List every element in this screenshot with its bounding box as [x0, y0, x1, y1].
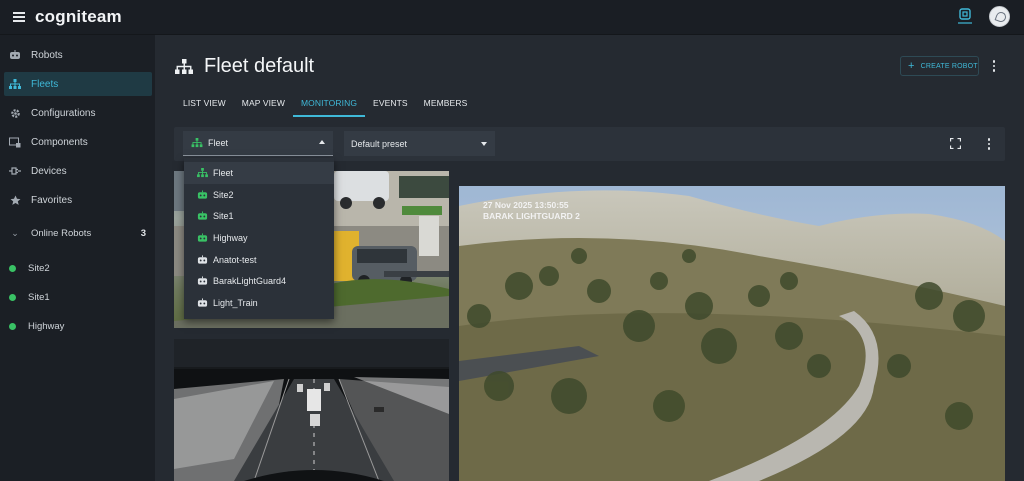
online-robots-toggle[interactable]: ⌄ Online Robots 3 — [4, 222, 152, 244]
dropdown-item-fleet[interactable]: Fleet — [184, 162, 334, 184]
page-more-icon[interactable] — [989, 58, 999, 74]
hamburger-icon[interactable] — [13, 12, 25, 22]
fleet-select-value: Fleet — [208, 138, 229, 148]
fleet-dropdown-menu: Fleet Site2 Site1 Highway Anatot-test Ba… — [184, 158, 334, 319]
sidebar-item-label: Components — [31, 136, 88, 148]
dropdown-item-robot[interactable]: Light_Train — [184, 292, 334, 314]
camera-feed-site1[interactable] — [174, 339, 449, 481]
dropdown-item-label: Site2 — [213, 189, 234, 200]
fleet-icon — [8, 77, 22, 91]
sidebar-item-configurations[interactable]: Configurations — [4, 101, 152, 125]
chevron-down-icon: ⌄ — [11, 227, 19, 238]
monitoring-toolbar: Fleet Default preset — [174, 127, 1005, 161]
fullscreen-icon[interactable] — [950, 138, 961, 149]
dropdown-item-label: Fleet — [213, 167, 234, 178]
camera-overlay-label: BARAK LIGHTGUARD 2 — [483, 211, 580, 221]
dropdown-item-label: Site1 — [213, 211, 234, 222]
robot-icon — [197, 298, 208, 307]
dropdown-item-label: BarakLightGuard4 — [213, 276, 287, 287]
toolbar-more-icon[interactable] — [984, 136, 994, 152]
dropdown-item-robot[interactable]: Anatot-test — [184, 249, 334, 271]
sidebar-item-label: Favorites — [31, 194, 73, 206]
gear-icon — [8, 106, 22, 120]
dropdown-item-label: Anatot-test — [213, 254, 257, 265]
online-status-dot — [9, 264, 16, 272]
dropdown-item-robot[interactable]: BarakLightGuard4 — [184, 271, 334, 293]
plug-icon — [8, 164, 22, 178]
fleet-icon — [175, 59, 193, 74]
tab-map-view[interactable]: MAP VIEW — [234, 93, 293, 117]
sidebar-item-label: Configurations — [31, 107, 96, 119]
tab-monitoring[interactable]: MONITORING — [292, 93, 366, 117]
create-robot-label: CREATE ROBOT — [920, 62, 978, 70]
page-title: Fleet default — [204, 55, 315, 77]
fleet-icon — [197, 167, 208, 177]
robot-icon — [197, 211, 208, 220]
plus-icon: + — [908, 59, 915, 72]
caret-down-icon — [481, 142, 487, 146]
star-icon — [8, 193, 22, 207]
sidebar: Robots Fleets Configurations Components … — [0, 35, 155, 481]
sidebar-item-fleets[interactable]: Fleets — [4, 72, 152, 96]
fleet-icon — [191, 138, 203, 148]
online-robot-item[interactable]: Highway — [4, 315, 152, 337]
components-icon — [8, 135, 22, 149]
online-robots-count: 3 — [140, 227, 146, 239]
user-avatar[interactable] — [989, 6, 1010, 27]
online-robot-label: Site1 — [28, 291, 50, 303]
online-robot-item[interactable]: Site1 — [4, 286, 152, 308]
robot-icon — [197, 255, 208, 264]
tab-members[interactable]: MEMBERS — [416, 93, 476, 117]
robot-icon — [197, 233, 208, 242]
dropdown-item-robot[interactable]: Highway — [184, 227, 334, 249]
dropdown-item-label: Highway — [213, 232, 248, 243]
camera-overlay-timestamp: 27 Nov 2025 13:50:55 — [483, 200, 569, 210]
fleet-select[interactable]: Fleet — [183, 131, 333, 156]
preset-select-value: Default preset — [351, 138, 408, 149]
tab-list-view[interactable]: LIST VIEW — [175, 93, 234, 117]
top-bar: cogniteam — [0, 0, 1024, 35]
sidebar-item-label: Devices — [31, 165, 67, 177]
app-logo[interactable]: cogniteam — [35, 7, 122, 27]
robot-icon — [197, 276, 208, 286]
create-robot-button[interactable]: + CREATE ROBOT — [900, 56, 979, 76]
caret-up-icon — [319, 140, 325, 144]
camera-feed-highway[interactable]: 27 Nov 2025 13:50:55 BARAK LIGHTGUARD 2 — [459, 186, 1005, 481]
online-robot-item[interactable]: Site2 — [4, 257, 152, 279]
view-tabs: LIST VIEW MAP VIEW MONITORING EVENTS MEM… — [175, 93, 475, 117]
sidebar-item-label: Fleets — [31, 78, 59, 90]
online-robot-label: Site2 — [28, 262, 50, 274]
dropdown-item-robot[interactable]: Site1 — [184, 205, 334, 227]
preset-select[interactable]: Default preset — [344, 131, 495, 156]
online-robot-label: Highway — [28, 320, 65, 332]
dropdown-item-robot[interactable]: Site2 — [184, 184, 334, 206]
robot-icon — [197, 189, 208, 199]
online-status-dot — [9, 293, 16, 301]
online-robots-label: Online Robots — [31, 227, 92, 239]
sidebar-item-devices[interactable]: Devices — [4, 159, 152, 183]
tab-events[interactable]: EVENTS — [365, 93, 416, 117]
sidebar-item-label: Robots — [31, 49, 63, 61]
dropdown-item-label: Light_Train — [213, 298, 258, 309]
online-status-dot — [9, 322, 16, 330]
robot-icon — [8, 48, 22, 62]
sidebar-item-robots[interactable]: Robots — [4, 43, 152, 67]
sidebar-item-favorites[interactable]: Favorites — [4, 188, 152, 212]
sidebar-item-components[interactable]: Components — [4, 130, 152, 154]
robot-status-icon[interactable] — [955, 7, 975, 27]
